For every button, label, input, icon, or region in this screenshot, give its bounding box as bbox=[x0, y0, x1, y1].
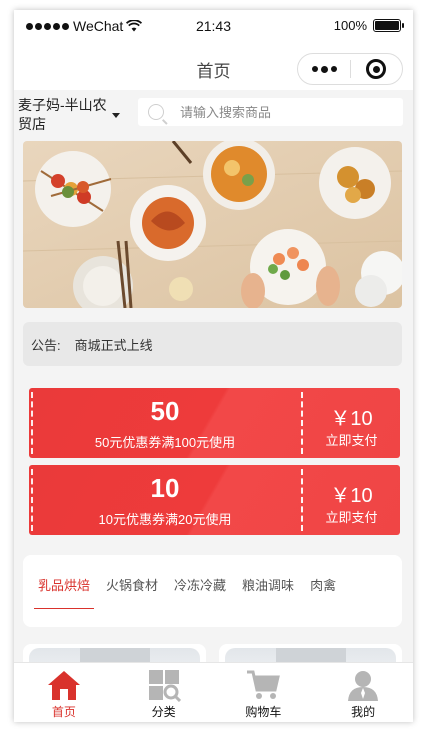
tab-frozen[interactable]: 冷冻冷藏 bbox=[166, 555, 234, 627]
pay-now-button[interactable]: 立即支付 bbox=[303, 430, 400, 449]
dropdown-caret-icon[interactable] bbox=[112, 113, 120, 118]
announcement-text: 商城正式上线 bbox=[74, 337, 153, 353]
search-icon bbox=[148, 104, 164, 120]
coupon-price: ￥10 bbox=[330, 408, 373, 430]
coupon-amount: 50 bbox=[150, 396, 180, 426]
tabbar-home[interactable]: 首页 bbox=[14, 663, 114, 722]
announcement-label: 公告: bbox=[31, 337, 61, 353]
phone-screen: WeChat 21:43 100% 首页 麦子妈-半山农贸店 请输入搜索商品 公… bbox=[14, 10, 413, 722]
announcement-bar: 公告: 商城正式上线 bbox=[23, 322, 402, 366]
tabbar-category[interactable]: 分类 bbox=[114, 663, 214, 722]
coupon-card[interactable]: 10 10元优惠券满20元使用 ￥10 立即支付 bbox=[29, 465, 400, 535]
more-dots-icon bbox=[311, 65, 318, 72]
coupon-description: 50元优惠券满100元使用 bbox=[94, 435, 236, 450]
battery-percent: 100% bbox=[333, 18, 367, 33]
home-icon bbox=[47, 671, 80, 700]
tabbar-profile[interactable]: 我的 bbox=[313, 663, 413, 722]
tab-grain-oil[interactable]: 粮油调味 bbox=[234, 555, 302, 627]
tabbar-label: 分类 bbox=[151, 705, 176, 719]
tabbar-label: 购物车 bbox=[245, 705, 282, 719]
promo-banner[interactable] bbox=[23, 141, 402, 308]
mini-program-capsule bbox=[297, 53, 403, 85]
category-icon bbox=[148, 670, 181, 702]
more-menu-button[interactable] bbox=[298, 65, 350, 73]
tab-hotpot[interactable]: 火锅食材 bbox=[98, 555, 166, 627]
navigation-bar: 首页 bbox=[14, 44, 413, 90]
tab-meat-poultry[interactable]: 肉禽 bbox=[302, 555, 344, 627]
status-bar: WeChat 21:43 100% bbox=[14, 10, 413, 44]
target-icon bbox=[366, 59, 387, 79]
coupon-price: ￥10 bbox=[330, 485, 373, 507]
store-selector[interactable]: 麦子妈-半山农贸店 bbox=[18, 96, 118, 134]
bottom-tab-bar: 首页 分类 购物车 我的 bbox=[14, 662, 413, 722]
user-icon bbox=[348, 671, 379, 701]
pay-now-button[interactable]: 立即支付 bbox=[303, 507, 400, 526]
battery-status: 100% bbox=[333, 18, 404, 33]
category-tabs: 乳品烘焙 火锅食材 冷冻冷藏 粮油调味 肉禽 bbox=[23, 555, 402, 627]
food-banner-image bbox=[23, 141, 402, 308]
coupon-amount: 10 bbox=[150, 473, 180, 503]
coupon-card[interactable]: 50 50元优惠券满100元使用 ￥10 立即支付 bbox=[29, 388, 400, 458]
tabbar-cart[interactable]: 购物车 bbox=[214, 663, 314, 722]
battery-icon bbox=[373, 19, 404, 32]
tabbar-label: 首页 bbox=[51, 705, 76, 719]
cart-icon bbox=[247, 670, 281, 699]
close-mini-program-button[interactable] bbox=[351, 59, 402, 79]
tabbar-label: 我的 bbox=[351, 705, 376, 719]
tab-dairy-bakery[interactable]: 乳品烘焙 bbox=[30, 555, 98, 627]
search-bar[interactable] bbox=[138, 98, 403, 126]
coupon-description: 10元优惠券满20元使用 bbox=[98, 512, 232, 527]
search-input[interactable] bbox=[180, 104, 390, 120]
